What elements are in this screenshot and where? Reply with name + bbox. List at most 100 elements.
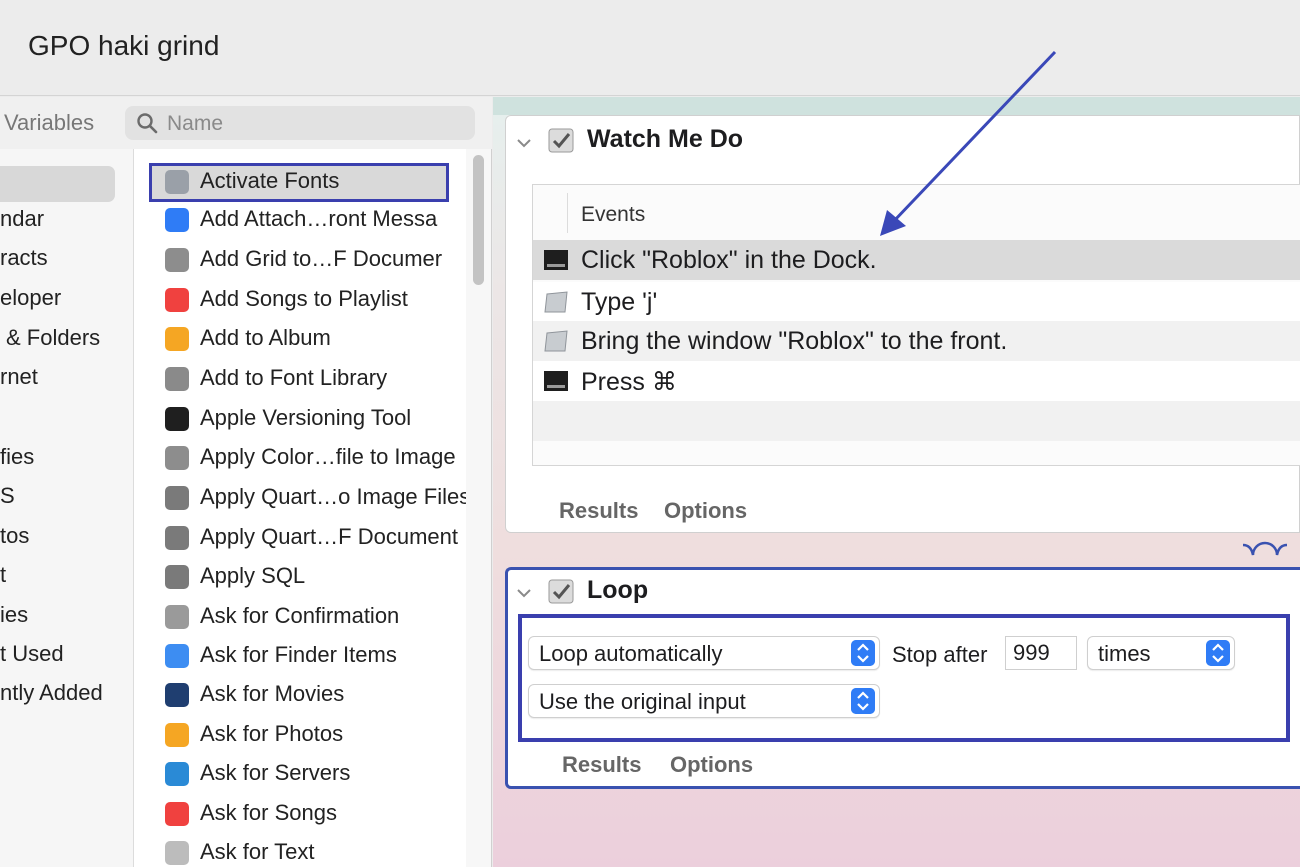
action-connector <box>1243 541 1287 556</box>
action-item[interactable]: Ask for Finder Items <box>134 637 466 675</box>
event-row-empty <box>533 401 1300 441</box>
variables-tab[interactable]: Variables <box>4 110 94 136</box>
loop-action[interactable]: Loop Loop automatically Stop after 999 t… <box>505 567 1300 789</box>
action-item[interactable]: Apply SQL <box>134 558 466 596</box>
event-text: Click "Roblox" in the Dock. <box>581 246 877 274</box>
category-item[interactable]: rnet <box>0 364 133 400</box>
chevron-down-icon[interactable] <box>516 138 532 148</box>
loop-settings-highlight: Loop automatically Stop after 999 times … <box>518 614 1290 742</box>
action-label: Apply SQL <box>200 563 306 588</box>
action-label: Ask for Servers <box>200 760 351 785</box>
action-item[interactable]: Add Grid to…F Documer <box>134 241 466 279</box>
workflow-top-strip <box>493 97 1300 115</box>
category-item[interactable] <box>0 404 133 440</box>
chevron-down-icon[interactable] <box>516 588 532 598</box>
keyboard-icon <box>544 291 568 313</box>
action-label: Ask for Confirmation <box>200 603 400 628</box>
text-edit-icon <box>165 841 189 865</box>
event-row[interactable]: Press ⌘ <box>533 361 1300 401</box>
category-item[interactable]: t Used <box>0 641 133 677</box>
quicktime-icon <box>165 683 189 707</box>
category-item[interactable]: & Folders <box>0 325 133 361</box>
category-item[interactable]: t <box>0 562 133 598</box>
action-item[interactable]: Ask for Photos <box>134 716 466 754</box>
action-item[interactable]: Ask for Text <box>134 834 466 867</box>
popup-stepper-icon <box>851 640 875 666</box>
stop-after-count-field[interactable]: 999 <box>1005 636 1077 670</box>
window-title: GPO haki grind <box>28 30 220 61</box>
event-row[interactable]: Bring the window "Roblox" to the front. <box>533 321 1300 361</box>
input-mode-popup[interactable]: Use the original input <box>528 684 880 718</box>
events-table: Events Click "Roblox" in the Dock. Type … <box>532 184 1300 466</box>
pdf-grid-icon <box>165 248 189 272</box>
terminal-icon <box>165 407 189 431</box>
search-placeholder: Name <box>167 112 224 135</box>
action-item[interactable]: Add to Font Library <box>134 360 466 398</box>
category-item[interactable]: S <box>0 483 133 519</box>
quartz-filter-icon <box>165 486 189 510</box>
category-item[interactable]: tos <box>0 523 133 559</box>
action-item[interactable]: Ask for Movies <box>134 676 466 714</box>
loop-title: Loop <box>587 576 649 604</box>
action-list-scrollbar-thumb[interactable] <box>473 155 484 285</box>
font-book-icon <box>165 170 189 194</box>
category-item[interactable]: ies <box>0 602 133 638</box>
category-item[interactable]: ndar <box>0 206 133 242</box>
action-label: Ask for Movies <box>200 681 345 706</box>
keyboard-icon <box>544 330 568 352</box>
color-profile-icon <box>165 446 189 470</box>
action-item[interactable]: Ask for Servers <box>134 755 466 793</box>
workflow-area: Watch Me Do Events Click "Roblox" in the… <box>493 97 1300 867</box>
action-item[interactable]: Add Songs to Playlist <box>134 281 466 319</box>
music-icon <box>165 288 189 312</box>
search-field[interactable]: Name <box>125 106 475 140</box>
loop-mode-popup[interactable]: Loop automatically <box>528 636 880 670</box>
input-mode-value: Use the original input <box>539 689 746 714</box>
action-list: Activate Fonts Add Attach…ront Messa Add G… <box>134 149 466 867</box>
dock-icon <box>544 371 568 391</box>
safari-icon <box>165 762 189 786</box>
automator-icon <box>548 128 574 153</box>
action-item[interactable]: Activate Fonts <box>134 163 466 201</box>
action-item[interactable]: Apply Quart…o Image Files <box>134 479 466 517</box>
results-tab[interactable]: Results <box>559 498 638 524</box>
action-label: Add to Font Library <box>200 365 388 390</box>
action-item[interactable]: Ask for Confirmation <box>134 598 466 636</box>
category-item[interactable]: eloper <box>0 285 133 321</box>
action-label: Activate Fonts <box>200 168 340 193</box>
finder-icon <box>165 644 189 668</box>
action-item[interactable]: Apply Quart…F Document <box>134 519 466 557</box>
loop-mode-value: Loop automatically <box>539 641 723 666</box>
results-tab[interactable]: Results <box>562 752 641 778</box>
action-item[interactable]: Add to Album <box>134 320 466 358</box>
action-label: Apply Color…file to Image <box>200 444 456 469</box>
font-library-icon <box>165 367 189 391</box>
category-item[interactable]: ntly Added <box>0 680 133 716</box>
event-text: Press ⌘ <box>581 368 677 396</box>
action-label: Ask for Songs <box>200 800 337 825</box>
automator-icon <box>165 605 189 629</box>
action-item[interactable]: Add Attach…ront Messa <box>134 201 466 239</box>
category-item[interactable]: fies <box>0 444 133 480</box>
mail-attachment-icon <box>165 208 189 232</box>
watch-me-do-action[interactable]: Watch Me Do Events Click "Roblox" in the… <box>505 115 1300 533</box>
stop-after-label: Stop after <box>892 642 988 667</box>
photos-icon <box>165 327 189 351</box>
event-row[interactable]: Click "Roblox" in the Dock. <box>533 240 1300 280</box>
action-item[interactable]: Ask for Songs <box>134 795 466 833</box>
library-header: Variables Name <box>0 97 492 149</box>
event-row[interactable]: Type 'j' <box>533 282 1300 322</box>
category-item[interactable]: racts <box>0 245 133 281</box>
category-list: ndar racts eloper & Folders rnet fies S … <box>0 149 134 867</box>
category-selected-row[interactable] <box>0 166 115 202</box>
action-label: Add Grid to…F Documer <box>200 246 443 271</box>
stop-unit-popup[interactable]: times <box>1087 636 1235 670</box>
quartz-filter-icon <box>165 526 189 550</box>
action-item[interactable]: Apply Color…file to Image <box>134 439 466 477</box>
options-tab[interactable]: Options <box>664 498 747 524</box>
events-column-header: Events <box>581 203 646 226</box>
action-label: Apply Quart…o Image Files <box>200 484 466 509</box>
options-tab[interactable]: Options <box>670 752 753 778</box>
action-label: Apple Versioning Tool <box>200 405 412 430</box>
action-item[interactable]: Apple Versioning Tool <box>134 400 466 438</box>
